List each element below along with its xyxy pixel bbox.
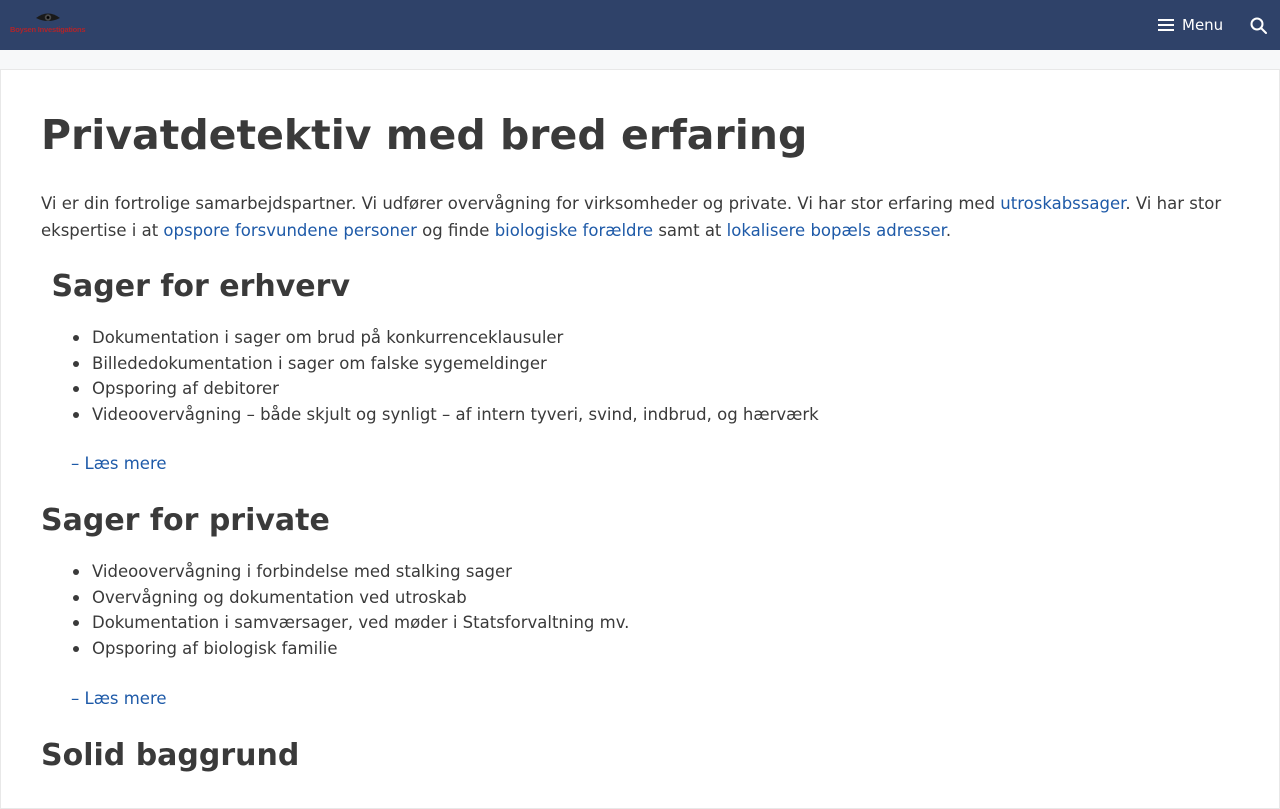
private-list: Videoovervågning i forbindelse med stalk… (72, 559, 629, 662)
menu-button[interactable]: Menu (1150, 0, 1234, 50)
logo-text: Boysen Investigations (10, 25, 86, 34)
list-item: Videoovervågning – både skjult og synlig… (73, 402, 819, 428)
read-more-erhverv-link[interactable]: – Læs mere (71, 451, 167, 477)
section-heading-erhverv: Sager for erhverv (41, 269, 351, 304)
intro-text: . (945, 220, 952, 240)
section-heading-solid-baggrund: Solid baggrund (41, 738, 300, 773)
list-item: Dokumentation i sager om brud på konkurr… (73, 325, 819, 351)
list-item: Dokumentation i samværsager, ved møder i… (72, 610, 629, 636)
section-heading-private: Sager for private (41, 503, 330, 538)
intro-paragraph: Vi er din fortrolige samarbejdspartner. … (41, 191, 1251, 244)
link-biologiske-foraeldre[interactable]: biologiske forældre (495, 221, 653, 240)
content-area (0, 69, 1280, 809)
site-header: Boysen Investigations Menu (0, 0, 1280, 50)
list-item: Billededokumentation i sager om falske s… (73, 351, 819, 377)
hamburger-icon (1158, 19, 1174, 31)
search-icon (1250, 17, 1267, 34)
eye-icon (36, 13, 60, 21)
list-item: Opsporing af debitorer (73, 376, 819, 402)
list-item: Videoovervågning i forbindelse med stalk… (72, 559, 629, 585)
erhverv-list: Dokumentation i sager om brud på konkurr… (73, 325, 819, 428)
read-more-private-link[interactable]: – Læs mere (71, 686, 167, 712)
intro-text: Vi er din fortrolige samarbejdspartner. … (41, 194, 1001, 213)
search-button[interactable] (1240, 0, 1276, 50)
link-opspore-forsvundene-personer[interactable]: opspore forsvundene personer (163, 221, 417, 240)
intro-text: og finde (416, 220, 495, 240)
link-lokalisere-bopaels-adresser[interactable]: lokalisere bopæls adresser (727, 221, 946, 240)
menu-label: Menu (1182, 16, 1224, 34)
site-logo[interactable]: Boysen Investigations (10, 11, 86, 37)
intro-text: samt at (653, 220, 727, 240)
page-title: Privatdetektiv med bred erfaring (41, 111, 808, 159)
list-item: Opsporing af biologisk familie (72, 636, 629, 662)
list-item: Overvågning og dokumentation ved utroska… (72, 585, 629, 611)
link-utroskabssager[interactable]: utroskabssager (1000, 194, 1125, 213)
